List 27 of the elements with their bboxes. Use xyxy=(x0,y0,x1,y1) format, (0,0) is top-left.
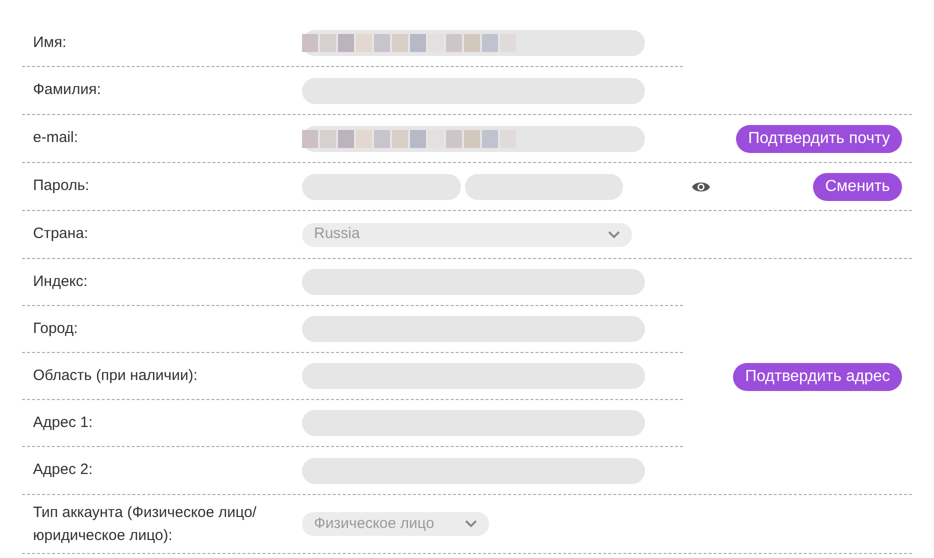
field-label: Адрес 2: xyxy=(33,461,93,478)
field-label: Фамилия: xyxy=(33,81,101,98)
input-field[interactable] xyxy=(302,78,645,104)
field-label: Тип аккаунта (Физическое лицо/ юридическое лицо): xyxy=(33,503,258,546)
field-label: e-mail: xyxy=(33,129,78,146)
field-label: Адрес 1: xyxy=(33,414,93,431)
field-label: Индекс: xyxy=(33,272,88,290)
input-field[interactable] xyxy=(302,269,645,295)
select-dropdown[interactable]: Russia xyxy=(302,222,632,246)
password-field[interactable] xyxy=(302,174,461,200)
confirm-button[interactable]: Сменить xyxy=(813,172,902,200)
eye-icon[interactable] xyxy=(691,180,711,194)
field-label: Город: xyxy=(33,320,78,337)
input-field[interactable] xyxy=(302,410,645,436)
field-label: Страна: xyxy=(33,225,88,242)
input-field[interactable] xyxy=(302,458,645,484)
field-label: Область (при наличии): xyxy=(33,366,198,384)
confirm-button[interactable]: Подтвердить адрес xyxy=(733,362,902,390)
password-field[interactable] xyxy=(465,174,623,200)
field-label: Имя: xyxy=(33,34,66,51)
input-field[interactable] xyxy=(302,316,645,342)
select-dropdown[interactable]: Физическое лицо xyxy=(302,512,489,536)
confirm-button[interactable]: Подтвердить почту xyxy=(736,124,902,152)
chevron-down-icon xyxy=(465,520,477,528)
input-field[interactable] xyxy=(302,363,645,389)
field-label: Пароль: xyxy=(33,177,90,194)
chevron-down-icon xyxy=(608,230,620,238)
